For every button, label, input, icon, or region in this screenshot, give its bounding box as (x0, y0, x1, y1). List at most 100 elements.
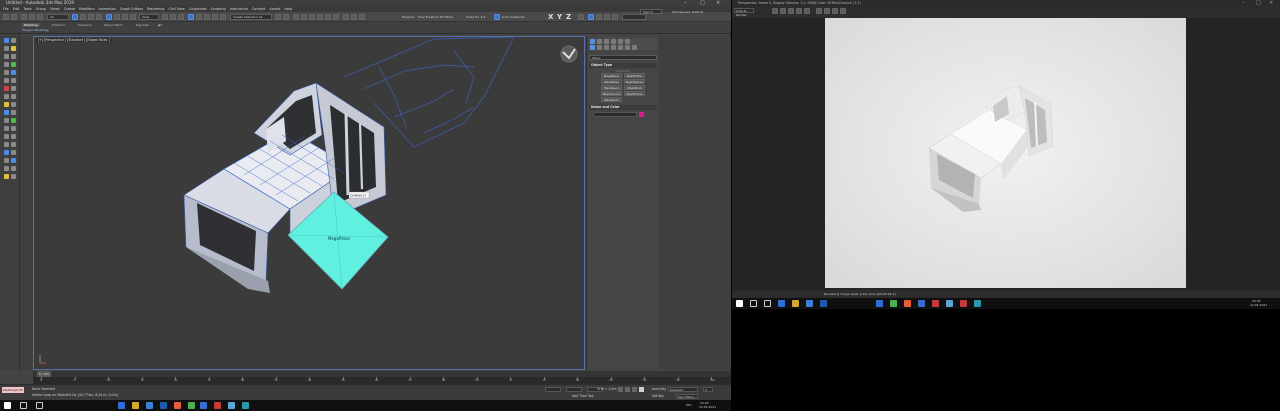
object-type-button-3[interactable]: MeshPolys (601, 79, 622, 84)
axis-z-button[interactable]: Z (566, 13, 571, 21)
object-type-button-5[interactable]: MeshGeod (601, 85, 622, 90)
fb-clone-icon[interactable] (788, 8, 794, 14)
taskbar-date[interactable]: 10.05.2021 (699, 405, 716, 409)
axis-x-button[interactable]: X (548, 13, 553, 21)
motion-tab-icon[interactable] (611, 39, 616, 44)
fb-red-channel-icon[interactable] (816, 8, 822, 14)
object-type-button-8[interactable]: MeshFrame (624, 91, 645, 96)
left-tool-icon[interactable] (4, 174, 9, 179)
space-warps-icon[interactable] (625, 45, 630, 50)
utilities-tab-icon[interactable] (625, 39, 630, 44)
ribbon-options-icon[interactable]: ◉▾ (158, 23, 162, 27)
left-tool-icon[interactable] (4, 86, 9, 91)
task-view-icon[interactable] (36, 402, 43, 409)
flow-freeform-label[interactable]: Flow Freeform (418, 15, 439, 19)
tab-freeform[interactable]: Freeform (52, 23, 65, 27)
percent-snap-icon[interactable] (204, 14, 210, 20)
bind-space-warp-icon[interactable] (37, 14, 43, 20)
goto-start-icon[interactable] (618, 387, 623, 392)
reference-coordinate-combo[interactable]: View (139, 14, 159, 20)
workspaces-value[interactable]: Default (692, 10, 703, 14)
add-time-tag[interactable]: Add Time Tag (572, 394, 593, 398)
object-type-button-4[interactable]: MeshSplines (624, 79, 645, 84)
coord-y-field[interactable] (566, 387, 582, 392)
left-tool-icon[interactable] (4, 118, 9, 123)
named-selection-combo[interactable]: Create Selection Se (230, 14, 272, 20)
left-tool-icon[interactable] (4, 102, 9, 107)
office-icon[interactable] (174, 402, 181, 409)
pdf-icon-2[interactable] (960, 300, 967, 307)
angle-snap-icon[interactable] (196, 14, 202, 20)
file-explorer-icon-2[interactable] (792, 300, 799, 307)
app-icon-2[interactable] (946, 300, 953, 307)
unlink-icon[interactable] (29, 14, 35, 20)
windows-start-icon-2[interactable] (736, 300, 743, 307)
mirror-icon[interactable] (275, 14, 281, 20)
align-icon[interactable] (283, 14, 289, 20)
left-tool-icon[interactable] (11, 70, 16, 75)
object-type-button-6[interactable]: MeshPinst (624, 85, 645, 90)
pivot-center-icon[interactable] (162, 14, 168, 20)
store-icon[interactable] (146, 402, 153, 409)
helpers-icon[interactable] (618, 45, 623, 50)
link-icon[interactable] (21, 14, 27, 20)
3dsmax-icon-2[interactable] (974, 300, 981, 307)
left-tool-icon[interactable] (4, 38, 9, 43)
object-type-button-1[interactable]: MegaPlane (601, 73, 622, 78)
viewport-label[interactable]: [+] [Perspective ] [Standard ] [Edged Fa… (36, 38, 112, 42)
modify-tab-icon[interactable] (597, 39, 602, 44)
left-tool-icon[interactable] (4, 142, 9, 147)
axis-y-button[interactable]: Y (557, 13, 562, 21)
select-move-icon[interactable] (106, 14, 112, 20)
taskbar-date-2[interactable]: 10.05.2021 (1250, 303, 1267, 307)
search-icon-2[interactable] (750, 300, 757, 307)
viewport-scene[interactable]: MegaPlane Ch4M2017 (34, 37, 586, 371)
play-icon[interactable] (632, 387, 637, 392)
maxscript-listener[interactable]: MAXScript Mi (2, 387, 24, 393)
acrobat-icon-2[interactable] (932, 300, 939, 307)
snaps-toggle-icon[interactable] (188, 14, 194, 20)
lights-icon[interactable] (604, 45, 609, 50)
area-to-render-combo[interactable]: Area to Render (734, 8, 754, 17)
left-tool-icon[interactable] (4, 158, 9, 163)
fb-green-channel-icon[interactable] (824, 8, 830, 14)
scale-tri-label[interactable]: Scale Tri: 4.4 (466, 15, 485, 19)
prev-frame-icon[interactable] (625, 387, 630, 392)
keyboard-shortcut-icon[interactable] (178, 14, 184, 20)
left-tool-icon[interactable] (11, 142, 16, 147)
rendered-frame-window-icon[interactable] (351, 14, 357, 20)
object-type-button-9[interactable]: MeshSurfs (601, 97, 622, 102)
left-tool-icon[interactable] (4, 110, 9, 115)
left-tool-icon[interactable] (11, 150, 16, 155)
selection-filter-combo[interactable]: All (47, 14, 69, 20)
select-manipulate-icon[interactable] (170, 14, 176, 20)
fill-mode-label[interactable]: Fill Mode (440, 15, 453, 19)
redo-icon[interactable] (11, 14, 17, 20)
render-production-icon[interactable] (359, 14, 365, 20)
track-bar[interactable]: 0 5 10 15 20 25 30 35 40 45 50 55 60 65 70 75 80 85 90 95 10… (33, 377, 731, 384)
display-tab-icon[interactable] (618, 39, 623, 44)
snap-vertex-icon[interactable] (604, 14, 610, 20)
left-tool-icon[interactable] (11, 62, 16, 67)
object-type-rollout[interactable]: Object Type (589, 63, 657, 68)
select-by-name-icon[interactable] (80, 14, 86, 20)
left-tool-icon[interactable] (4, 150, 9, 155)
left-tool-icon[interactable] (4, 62, 9, 67)
left-tool-icon[interactable] (11, 78, 16, 83)
left-tool-icon[interactable] (11, 86, 16, 91)
mail-icon-2[interactable] (820, 300, 827, 307)
perspective-viewport[interactable]: MegaPlane Ch4M2017 [+] [Perspective ] [S… (33, 36, 585, 370)
set-key-button[interactable]: Set Key (652, 394, 664, 398)
left-tool-icon[interactable] (11, 126, 16, 131)
edge-browser-icon[interactable] (118, 402, 125, 409)
cameras-icon[interactable] (611, 45, 616, 50)
edge-browser-icon-3[interactable] (876, 300, 883, 307)
left-tool-icon[interactable] (11, 54, 16, 59)
tab-populate[interactable]: Populate (136, 23, 149, 27)
autogrid-checkbox[interactable]: AutoGrid (589, 69, 657, 73)
key-selection-combo[interactable]: Selected (668, 387, 698, 392)
auto-subdivide-label[interactable]: Auto Subdivide (502, 15, 525, 19)
spinner-snap-icon[interactable] (212, 14, 218, 20)
edge-browser-icon-2[interactable] (778, 300, 785, 307)
explorer-label[interactable]: Explorer (402, 15, 415, 19)
